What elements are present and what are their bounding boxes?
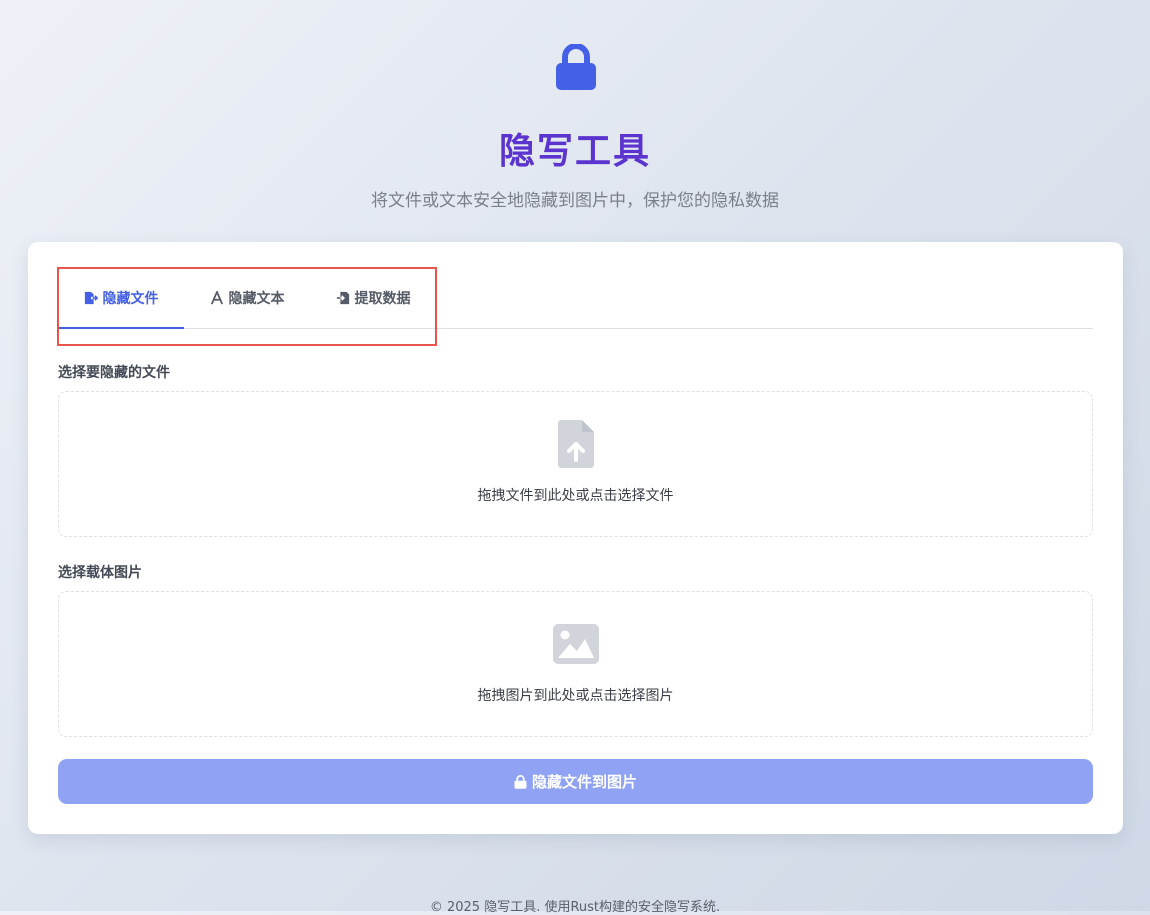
file-dropzone[interactable]: 拖拽文件到此处或点击选择文件 [58, 391, 1093, 537]
image-icon [552, 624, 599, 664]
file-import-icon [336, 291, 349, 305]
tab-label: 隐藏文件 [102, 290, 159, 307]
file-dropzone-text: 拖拽文件到此处或点击选择文件 [477, 488, 674, 504]
tab-label: 提取数据 [354, 291, 411, 307]
image-dropzone[interactable]: 拖拽图片到此处或点击选择图片 [58, 591, 1093, 737]
main-card: 隐藏文件 隐藏文本 提取数据 选择要隐藏的文件 拖拽文件到此处或点击选择文件 选… [28, 242, 1123, 834]
page-subtitle: 将文件或文本安全地隐藏到图片中，保护您的隐私数据 [371, 191, 779, 211]
submit-label: 隐藏文件到图片 [531, 773, 637, 791]
image-dropzone-text: 拖拽图片到此处或点击选择图片 [477, 688, 674, 704]
tab-hide-text[interactable]: 隐藏文本 [184, 268, 310, 328]
tab-label: 隐藏文本 [228, 291, 285, 307]
file-upload-icon [557, 420, 594, 468]
image-section-label: 选择载体图片 [58, 565, 142, 581]
lock-icon [556, 44, 596, 90]
tab-bar: 隐藏文件 隐藏文本 提取数据 [58, 268, 1093, 329]
lock-icon [514, 774, 527, 789]
font-icon [210, 291, 223, 305]
tab-extract-data[interactable]: 提取数据 [310, 268, 436, 328]
file-export-icon [84, 291, 98, 304]
tab-hide-file[interactable]: 隐藏文件 [58, 268, 184, 329]
footer-text: © 2025 隐写工具. 使用Rust构建的安全隐写系统. [429, 900, 721, 915]
page-title: 隐写工具 [498, 131, 651, 172]
hide-file-submit-button[interactable]: 隐藏文件到图片 [58, 759, 1093, 804]
file-section-label: 选择要隐藏的文件 [58, 365, 170, 381]
